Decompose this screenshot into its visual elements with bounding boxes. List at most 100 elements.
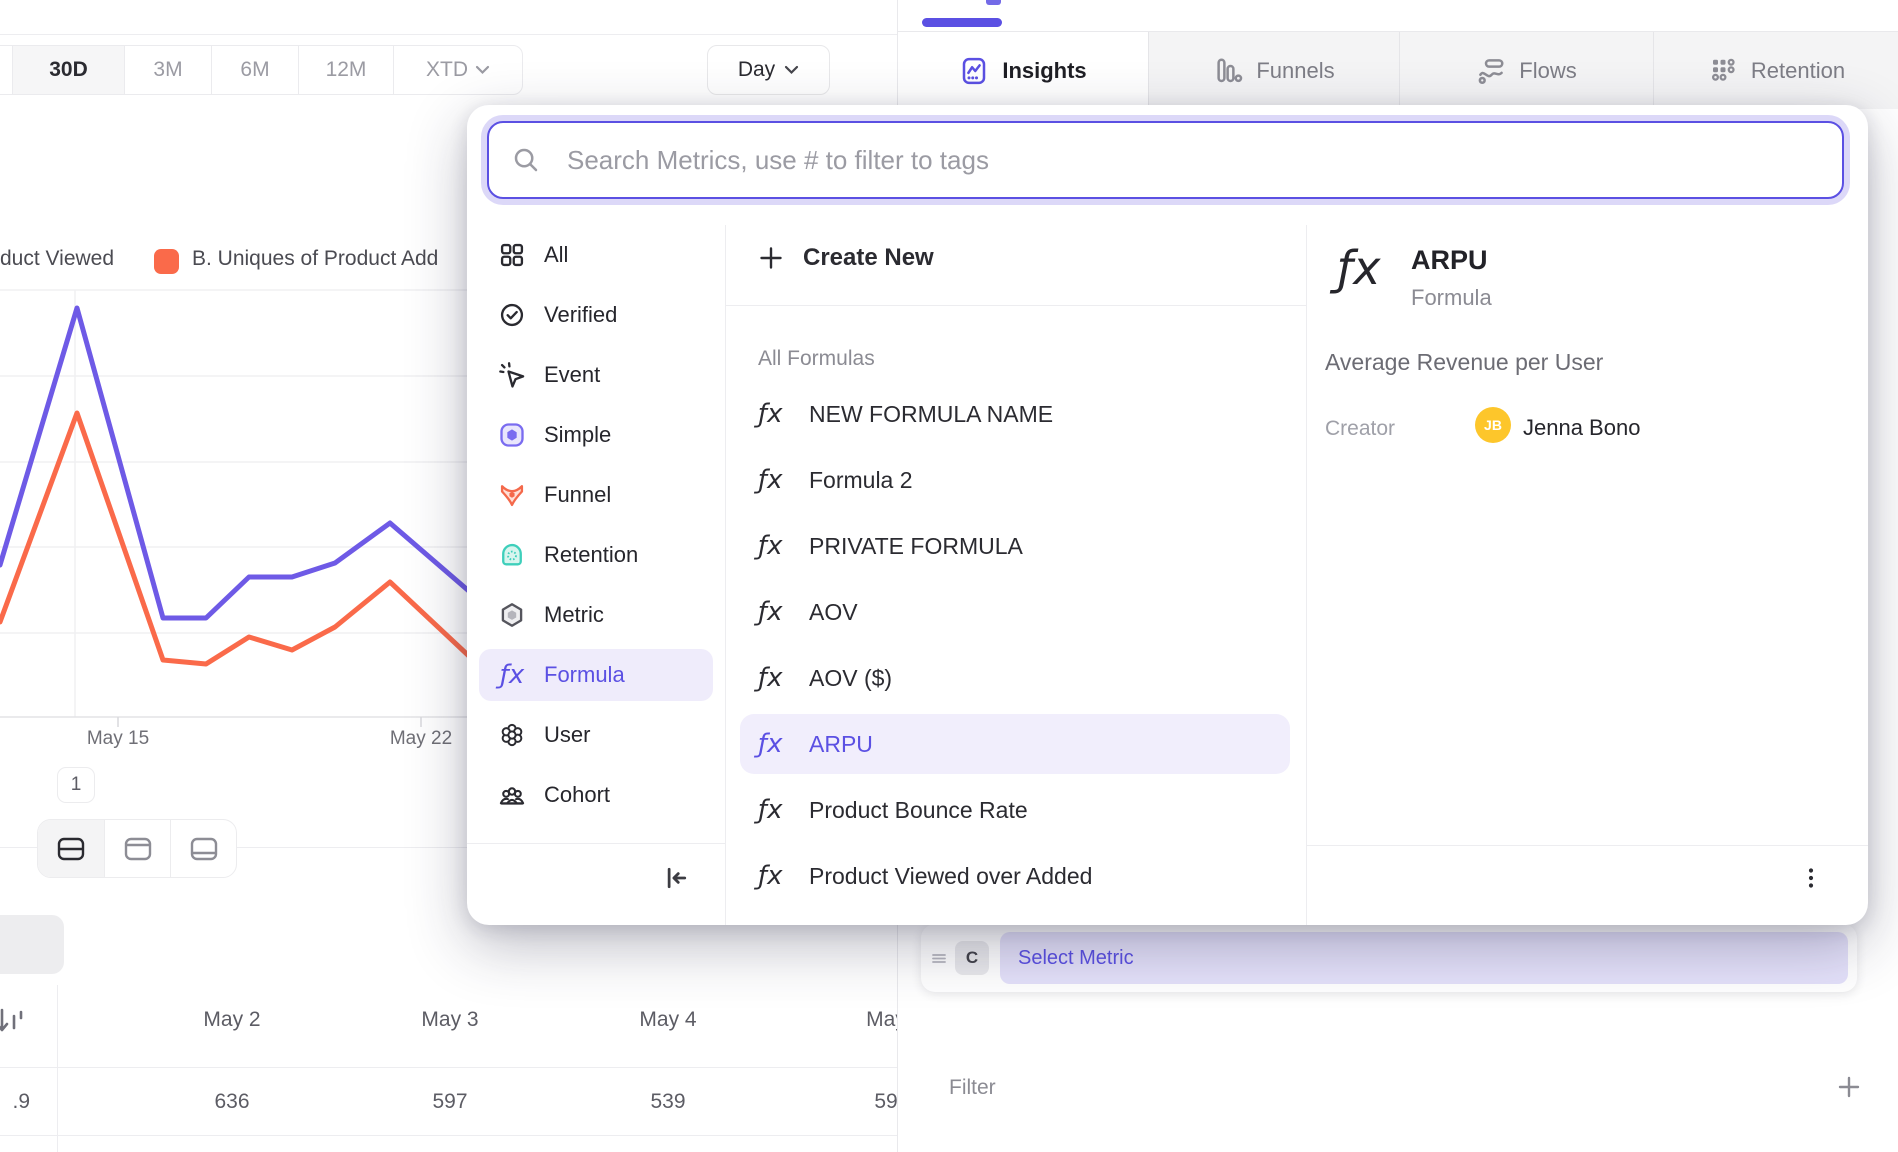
pagination-page-button[interactable]: 1 [57, 767, 95, 803]
range-partial-button[interactable] [0, 46, 12, 94]
tab-label: Retention [1751, 58, 1845, 84]
formula-item[interactable]: ƒxProduct Bounce Rate [726, 777, 1306, 843]
funnel-icon [497, 480, 527, 510]
add-filter-button[interactable] [1836, 1074, 1862, 1100]
formula-item-label: Formula 2 [809, 467, 913, 494]
select-metric-label: Select Metric [1018, 947, 1134, 970]
create-new-button[interactable]: Create New [726, 225, 1306, 291]
sidebar-item-label: Simple [544, 422, 611, 448]
sidebar-item-simple[interactable]: Simple [467, 405, 725, 465]
tab-label: Flows [1519, 58, 1576, 84]
tab-flows[interactable]: Flows [1399, 32, 1653, 109]
layout-top-button[interactable] [104, 820, 170, 877]
modal-body: All Verified Event [467, 225, 1868, 925]
formula-fx-icon: ƒx [758, 597, 792, 627]
formula-fx-icon: ƒx [758, 465, 792, 495]
table-header: May [796, 1008, 897, 1032]
table-header-divider [0, 1067, 897, 1068]
sidebar-item-user[interactable]: User [467, 705, 725, 765]
formula-item[interactable]: ƒxNEW FORMULA NAME [726, 381, 1306, 447]
report-tabbar: Insights Funnels Flows [898, 32, 1898, 109]
table-row-label-partial: .9 [0, 1090, 30, 1114]
top-panel-icon [124, 837, 152, 861]
sidebar-item-event[interactable]: Event [467, 345, 725, 405]
tab-retention[interactable]: Retention [1653, 32, 1898, 109]
formula-fx-icon: ƒx [1337, 241, 1380, 295]
formula-list: ƒxNEW FORMULA NAME ƒxFormula 2 ƒxPRIVATE… [726, 381, 1306, 909]
more-options-icon[interactable] [1798, 865, 1824, 891]
formula-item-label: PRIVATE FORMULA [809, 533, 1023, 560]
sidebar-item-retention[interactable]: Retention [467, 525, 725, 585]
sidebar-item-cohort[interactable]: Cohort [467, 765, 725, 825]
search-input[interactable] [567, 145, 1822, 176]
formula-detail-panel: ƒx ARPU Formula Average Revenue per User… [1307, 225, 1868, 925]
formula-item-selected[interactable]: ƒx ARPU [740, 714, 1290, 774]
sidebar-item-verified[interactable]: Verified [467, 285, 725, 345]
list-divider [726, 305, 1306, 306]
x-axis-tick-label: May 22 [361, 728, 481, 750]
sort-icon[interactable] [0, 1002, 32, 1042]
sidebar-footer-divider [467, 843, 725, 844]
range-xtd-label: XTD [426, 58, 468, 82]
tab-funnels[interactable]: Funnels [1148, 32, 1399, 109]
legend-series-b-label: B. Uniques of Product Add [192, 247, 438, 271]
formula-item[interactable]: ƒxPRIVATE FORMULA [726, 513, 1306, 579]
formula-fx-icon: ƒx [758, 729, 792, 759]
range-6m-button[interactable]: 6M [211, 46, 298, 94]
collapse-sidebar-icon[interactable] [661, 863, 691, 893]
sidebar-item-label: Event [544, 362, 600, 388]
range-12m-button[interactable]: 12M [298, 46, 393, 94]
formula-fx-icon: ƒx [758, 663, 792, 693]
grid-icon [497, 240, 527, 270]
chevron-down-icon [784, 65, 799, 75]
sidebar-item-metric[interactable]: Metric [467, 585, 725, 645]
table-cell: 539 [578, 1090, 758, 1114]
table-cell: 636 [142, 1090, 322, 1114]
table-cell: 597 [360, 1090, 540, 1114]
category-sidebar: All Verified Event [467, 225, 726, 925]
retention-dots-icon [1708, 56, 1738, 86]
bottom-panel-icon [190, 837, 218, 861]
formula-item[interactable]: ƒxAOV [726, 579, 1306, 645]
table-tab-chip[interactable] [0, 915, 64, 974]
chevron-down-icon [475, 65, 490, 75]
formula-item[interactable]: ƒx Product Viewed over Added [726, 843, 1306, 909]
granularity-dropdown[interactable]: Day [707, 45, 830, 95]
active-tab-indicator-dot [986, 0, 1001, 5]
formula-item-label: Product Viewed over Added [809, 863, 1092, 890]
formula-item[interactable]: ƒx AOV ($) [726, 645, 1306, 711]
x-axis-tick-label: May 15 [58, 728, 178, 750]
sidebar-item-all[interactable]: All [467, 225, 725, 285]
range-3m-button[interactable]: 3M [124, 46, 211, 94]
range-30d-button[interactable]: 30D [12, 46, 124, 94]
tab-insights[interactable]: Insights [898, 32, 1148, 109]
metric-position-badge[interactable]: C [955, 941, 989, 975]
search-bar [487, 121, 1844, 199]
formula-item[interactable]: ƒx Formula 2 [726, 447, 1306, 513]
formula-item-label: AOV ($) [809, 665, 892, 692]
layout-bottom-button[interactable] [170, 820, 236, 877]
plus-icon [758, 245, 784, 271]
layout-switcher [37, 819, 237, 878]
filter-section-label: Filter [949, 1076, 996, 1100]
sidebar-item-label: Formula [544, 662, 625, 688]
sidebar-item-funnel[interactable]: Funnel [467, 465, 725, 525]
app-root: 30D 3M 6M 12M XTD Day duct Viewed B. Uni… [0, 0, 1898, 1152]
formula-item-label: ARPU [809, 731, 873, 758]
funnels-bars-icon [1213, 56, 1243, 86]
sidebar-item-formula[interactable]: ƒx Formula [479, 649, 713, 701]
split-rows-icon [57, 837, 85, 861]
range-xtd-button[interactable]: XTD [393, 46, 522, 94]
event-cursor-icon [497, 360, 527, 390]
formula-fx-icon: ƒx [758, 861, 792, 891]
select-metric-button[interactable]: Select Metric [1000, 932, 1848, 984]
detail-description: Average Revenue per User [1325, 349, 1603, 376]
drag-handle-icon[interactable] [931, 950, 947, 966]
formula-item-label: NEW FORMULA NAME [809, 401, 1053, 428]
date-range-control: 30D 3M 6M 12M XTD [0, 45, 523, 95]
active-tab-indicator [922, 18, 1002, 27]
retention-icon [497, 540, 527, 570]
list-section-label: All Formulas [758, 347, 875, 371]
table-column-divider [57, 985, 58, 1152]
layout-split-button[interactable] [38, 820, 104, 877]
